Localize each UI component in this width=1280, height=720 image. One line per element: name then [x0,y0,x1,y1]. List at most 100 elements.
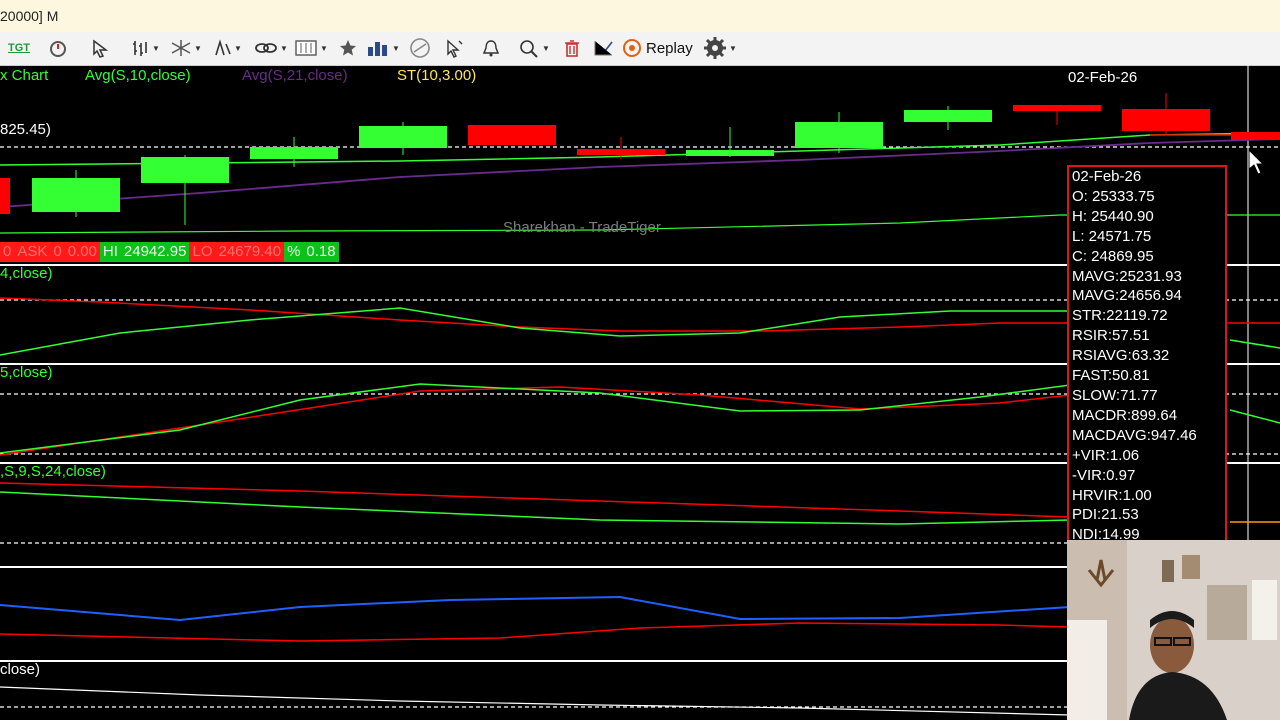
chart-type-button[interactable]: ▼ [366,36,400,60]
mouse-cursor-icon [1248,148,1265,175]
fibonacci-button[interactable]: ▼ [212,36,242,60]
info-open: O: 25333.75 [1072,187,1155,205]
delete-icon [565,40,579,57]
pane-label-stoch[interactable]: 5,close) [0,364,53,381]
lo-value: 24679.40 [215,242,285,262]
info-mavg-1: MAVG:25231.93 [1072,267,1182,285]
info-low: L: 24571.75 [1072,227,1152,245]
hi-label: HI [99,242,121,262]
cursor-icon [447,39,463,58]
candle [250,147,338,159]
info-pdi: PDI:21.53 [1072,506,1139,524]
trendline-icon [594,41,613,56]
pane5-red-line [0,622,1071,642]
cursor-button[interactable] [444,36,464,60]
pointer-icon [93,39,109,58]
title-bar: 20000] M [0,0,1280,33]
tgt-label: TGT [8,42,30,54]
pane2-green-tail [1229,339,1280,349]
info-hrvir: HRVIR:1.00 [1072,486,1152,504]
indicator-button[interactable] [48,36,68,60]
fibonacci-icon [215,39,231,56]
compass-button[interactable] [408,36,432,60]
info-fast: FAST:50.81 [1072,367,1150,385]
pane5-blue-line [0,595,1071,622]
pane-label-macd[interactable]: ,S,9,S,24,close) [0,463,106,480]
template-icon [295,40,317,56]
hi-value: 24942.95 [120,242,190,262]
ask-price: 0.00 [64,242,100,262]
chart-type-icon [368,42,387,56]
window-title: 20000] M [0,8,59,24]
info-plus-vir: +VIR:1.06 [1072,446,1140,464]
chart-title: x Chart [0,67,49,84]
ask-qty: 0 [50,242,65,262]
compass-icon [410,38,430,58]
link-icon [255,43,277,53]
replay-icon [623,39,641,57]
overlay-supertrend-label[interactable]: ST(10,3.00) [397,67,476,84]
candle [32,178,120,212]
overlay-avg10-label[interactable]: Avg(S,10,close) [85,67,191,84]
price-label: 825.45) [0,121,51,138]
info-high: H: 25440.90 [1072,207,1154,225]
candle [141,157,229,183]
dropdown-arrow-icon: ▼ [392,43,400,53]
info-slow: SLOW:71.77 [1072,386,1158,404]
date-header: 02-Feb-26 [1068,69,1138,86]
delete-button[interactable] [562,36,582,60]
lo-label: LO [189,242,216,262]
settings-button[interactable]: ▼ [703,36,737,60]
quote-first: 0 [0,242,15,262]
bar-style-icon [133,41,147,56]
favorite-star-icon [340,40,356,56]
pane3-green-tail [1229,409,1280,424]
info-rsiavg: RSIAVG:63.32 [1072,347,1170,365]
pane3-red-line [0,386,1071,456]
info-mavg-2: MAVG:24656.94 [1072,287,1182,305]
info-macdr: MACDR:899.64 [1072,406,1178,424]
link-button[interactable]: ▼ [254,36,288,60]
dropdown-arrow-icon: ▼ [729,43,737,53]
ask-label: ASK [14,242,51,262]
dropdown-arrow-icon: ▼ [280,43,288,53]
candle [1013,105,1101,111]
template-button[interactable]: ▼ [294,36,328,60]
pane2-green-line [0,307,1070,356]
chart-area[interactable]: x Chart Avg(S,10,close) Avg(S,21,close) … [0,65,1280,720]
pointer-button[interactable] [90,36,110,60]
pane-label-other[interactable]: close) [0,661,40,678]
overlay-avg21-label[interactable]: Avg(S,21,close) [242,67,348,84]
alert-button[interactable] [481,36,501,60]
info-macdavg: MACDAVG:947.46 [1072,426,1197,444]
info-rsir: RSIR:57.51 [1072,327,1150,345]
alert-icon [482,40,500,57]
tgt-button[interactable]: TGT [8,36,30,60]
pct-value: 0.18 [303,242,339,262]
pane4-green-line [0,491,1071,525]
drawing-tools-button[interactable]: ▼ [170,36,202,60]
dropdown-arrow-icon: ▼ [194,43,202,53]
webcam-overlay [1067,540,1280,720]
replay-button[interactable]: Replay [622,36,693,60]
info-str: STR:22119.72 [1072,307,1168,325]
candle [577,149,665,155]
dropdown-arrow-icon: ▼ [542,43,550,53]
candle [359,126,447,148]
candle [686,150,774,156]
zoom-button[interactable]: ▼ [518,36,550,60]
trendline-button[interactable] [592,36,614,60]
candle [1231,132,1280,140]
replay-label: Replay [646,39,693,57]
zoom-icon [520,40,538,58]
candle [468,125,556,145]
info-close: C: 24869.95 [1072,247,1154,265]
candle [1122,109,1210,131]
favorite-button[interactable] [338,36,358,60]
pane-label-rsi[interactable]: 4,close) [0,265,53,282]
dropdown-arrow-icon: ▼ [152,43,160,53]
toolbar: TGT ▼ ▼ ▼ ▼ ▼ ▼ ▼ Replay ▼ [0,32,1280,66]
candle [795,122,883,148]
info-date: 02-Feb-26 [1072,168,1142,185]
bar-style-button[interactable]: ▼ [130,36,160,60]
